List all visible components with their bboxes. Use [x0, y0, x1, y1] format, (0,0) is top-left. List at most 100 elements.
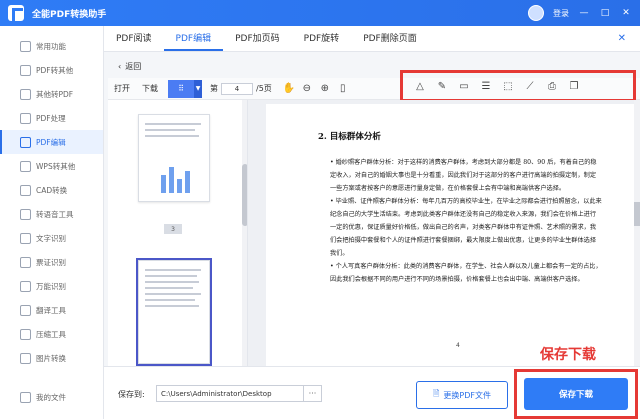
document-viewer: 2. 目标群体分析 • 婚纱照客户群体分析：对于这样的消费客户群体，考虑到大部分… — [248, 100, 640, 366]
tab-pdf-edit[interactable]: PDF编辑 — [163, 31, 224, 51]
tab-bar: PDF阅读 PDF编辑 PDF加页码 PDF旋转 PDF删除页面 ✕ — [104, 26, 640, 52]
sidebar-item-label: 转语音工具 — [36, 209, 74, 219]
zoom-out-icon[interactable]: ⊖ — [298, 80, 316, 98]
close-button[interactable]: ✕ — [620, 7, 632, 19]
chevron-left-icon[interactable]: ‹ — [118, 62, 121, 71]
thumbnail-selection — [136, 258, 212, 366]
pdf-tools-icon — [20, 112, 31, 124]
scan-icon — [20, 280, 31, 292]
document-body: • 婚纱照客户群体分析：对于这样的消费客户群体，考虑到大部分都是 80、90 后… — [330, 156, 602, 286]
sidebar-item-label: 万能识别 — [36, 281, 66, 291]
sidebar-item-common[interactable]: 常用功能 — [0, 34, 103, 58]
tab-pdf-page-number[interactable]: PDF加页码 — [223, 31, 292, 51]
sidebar-item-label: PDF转其他 — [36, 65, 74, 75]
page-total: /5页 — [256, 84, 272, 93]
tab-pdf-read[interactable]: PDF阅读 — [104, 31, 164, 51]
sidebar-item-image[interactable]: 图片转换 — [0, 346, 103, 370]
text-box-tool-icon[interactable]: ⬚ — [499, 77, 517, 95]
sidebar-item-cad[interactable]: CAD转换 — [0, 178, 103, 202]
change-pdf-button[interactable]: 🗎 更换PDF文件 — [416, 381, 508, 409]
document-heading: 2. 目标群体分析 — [318, 132, 381, 142]
maximize-button[interactable]: □ — [599, 7, 611, 19]
star-icon — [20, 40, 31, 52]
paragraph: • 毕业照、证件照客户群体分析：每年几百万的高校毕业生，在毕业之际都会进行拍照留… — [330, 198, 602, 257]
ocr-icon — [20, 232, 31, 244]
sidebar-item-label: PDF处理 — [36, 113, 66, 123]
sidebar-item-translate[interactable]: 翻译工具 — [0, 298, 103, 322]
browse-button[interactable]: ··· — [304, 385, 322, 402]
save-path-input[interactable]: C:\Users\Administrator\Desktop — [156, 385, 304, 402]
sidebar-item-label: 图片转换 — [36, 353, 66, 363]
pdf-export-icon — [20, 64, 31, 76]
fit-page-icon[interactable]: ▯ — [334, 80, 352, 98]
sidebar-item-label: 我的文件 — [36, 392, 66, 402]
app-logo-icon — [8, 5, 24, 21]
sidebar-item-pdf-edit[interactable]: PDF编辑 — [0, 130, 103, 154]
grid-view-icon[interactable]: ⠿ — [168, 79, 194, 98]
sidebar-item-label: 压缩工具 — [36, 329, 66, 339]
wps-icon — [20, 160, 31, 172]
tab-pdf-delete-page[interactable]: PDF删除页面 — [351, 31, 429, 51]
sidebar: 常用功能 PDF转其他 其他转PDF PDF处理 PDF编辑 WPS转其他 CA… — [0, 26, 104, 419]
folder-icon — [20, 391, 31, 403]
app-title: 全能PDF转换助手 — [32, 9, 107, 20]
compress-icon — [20, 328, 31, 340]
page-number-value: 4 — [234, 84, 240, 93]
sidebar-item-label: 常用功能 — [36, 41, 66, 51]
sidebar-item-label: 票证识别 — [36, 257, 66, 267]
document-scroll-thumb[interactable] — [634, 202, 640, 226]
editor-toolbar: 打开 下载 ⠿ ▼ 第 4 /5页 ✋ ⊖ ⊕ ▯ △ ✎ ▭ ☰ ⬚ ⟋ ⎙ … — [108, 70, 640, 102]
sidebar-item-ocr[interactable]: 文字识别 — [0, 226, 103, 250]
zoom-in-icon[interactable]: ⊕ — [316, 80, 334, 98]
stamp-tool-icon[interactable]: ✎ — [433, 77, 451, 95]
save-to-label: 保存到: — [118, 390, 145, 399]
back-link[interactable]: 返回 — [125, 61, 141, 72]
pdf-import-icon — [20, 88, 31, 100]
document-scrollbar[interactable] — [634, 100, 640, 366]
image-icon — [20, 352, 31, 364]
print-icon[interactable]: ⎙ — [543, 77, 561, 95]
open-button[interactable]: 打开 — [108, 83, 136, 94]
sidebar-item-compress[interactable]: 压缩工具 — [0, 322, 103, 346]
note-tool-icon[interactable]: ☰ — [477, 77, 495, 95]
image-tool-icon[interactable]: ▭ — [455, 77, 473, 95]
copy-icon[interactable]: ❐ — [565, 77, 583, 95]
cad-icon — [20, 184, 31, 196]
document-page[interactable]: 2. 目标群体分析 • 婚纱照客户群体分析：对于这样的消费客户群体，考虑到大部分… — [266, 104, 634, 366]
highlight-tool-icon[interactable]: △ — [411, 77, 429, 95]
download-button[interactable]: 下载 — [136, 83, 164, 94]
sidebar-item-other-to-pdf[interactable]: 其他转PDF — [0, 82, 103, 106]
title-right: 登录 — □ ✕ — [528, 5, 640, 21]
page-number-input[interactable]: 4 — [221, 82, 253, 95]
sidebar-item-voice[interactable]: 转语音工具 — [0, 202, 103, 226]
bottom-bar: 保存到: C:\Users\Administrator\Desktop ··· … — [104, 366, 640, 419]
voice-icon — [20, 208, 31, 220]
thumbnail-page[interactable] — [138, 114, 210, 202]
sidebar-item-scan[interactable]: 万能识别 — [0, 274, 103, 298]
login-link[interactable]: 登录 — [553, 8, 569, 19]
pdf-edit-icon — [20, 136, 31, 148]
sidebar-bottom: 我的文件 — [0, 385, 66, 409]
sidebar-item-label: 翻译工具 — [36, 305, 66, 315]
close-tab-icon[interactable]: ✕ — [618, 33, 626, 44]
sidebar-item-pdf-to-other[interactable]: PDF转其他 — [0, 58, 103, 82]
tab-pdf-rotate[interactable]: PDF旋转 — [292, 31, 352, 51]
minimize-button[interactable]: — — [578, 7, 590, 19]
sidebar-item-wps[interactable]: WPS转其他 — [0, 154, 103, 178]
page-prefix: 第 — [210, 84, 218, 93]
thumbnail-pane: 3 — [108, 100, 248, 366]
avatar[interactable] — [528, 5, 544, 21]
sidebar-item-ticket[interactable]: 票证识别 — [0, 250, 103, 274]
ticket-icon — [20, 256, 31, 268]
annotation-tool-group: △ ✎ ▭ ☰ ⬚ ⟋ ⎙ ❐ — [400, 70, 636, 102]
sidebar-item-pdf-process[interactable]: PDF处理 — [0, 106, 103, 130]
hand-tool-icon[interactable]: ✋ — [280, 80, 298, 98]
paragraph: • 个人写真客户群体分析：此类的消费客户群体，在学生、社会人群以及儿童上都会有一… — [330, 263, 602, 283]
sidebar-item-label: 其他转PDF — [36, 89, 74, 99]
change-pdf-label: 更换PDF文件 — [443, 390, 492, 400]
line-tool-icon[interactable]: ⟋ — [521, 77, 539, 95]
save-download-button[interactable]: 保存下载 — [524, 378, 628, 410]
document-page-number: 4 — [456, 342, 460, 349]
chevron-down-icon[interactable]: ▼ — [194, 79, 202, 98]
sidebar-item-my-files[interactable]: 我的文件 — [0, 385, 66, 409]
